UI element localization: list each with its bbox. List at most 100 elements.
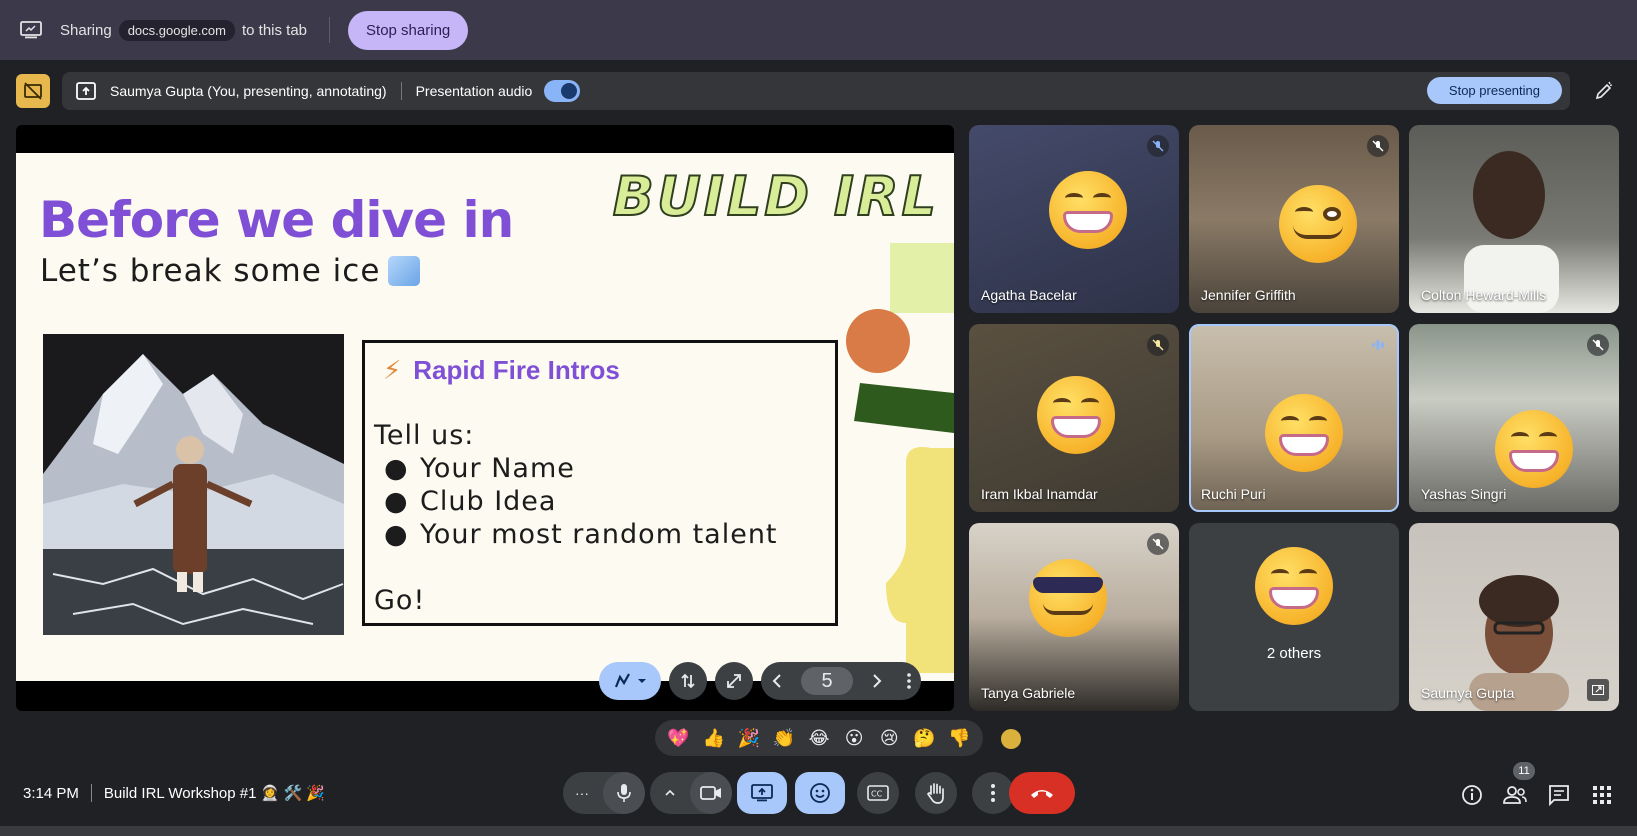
- grin-emoji-icon: [1265, 394, 1343, 472]
- mic-control: ···: [563, 772, 645, 814]
- people-icon[interactable]: [1503, 783, 1527, 807]
- self-tile[interactable]: Saumya Gupta: [1409, 523, 1619, 711]
- more-options-button[interactable]: [972, 772, 1014, 814]
- wink-emoji-icon: [1279, 185, 1357, 263]
- reaction-thinking[interactable]: 🤔: [907, 728, 942, 749]
- slide-number[interactable]: 5: [801, 667, 853, 695]
- reaction-heart[interactable]: 💖: [661, 728, 696, 749]
- rapid-fire-heading: ⚡ Rapid Fire Intros: [383, 355, 620, 386]
- list-item: ● Your Name: [374, 452, 778, 485]
- raise-hand-button[interactable]: [915, 772, 957, 814]
- shared-domain-chip: docs.google.com: [118, 19, 235, 41]
- participant-video: [1464, 151, 1559, 313]
- build-irl-logo: BUILD IRL: [612, 164, 939, 229]
- participant-tile[interactable]: Jennifer Griffith: [1189, 125, 1399, 313]
- rapid-fire-body: Tell us: ● Your Name ● Club Idea ● Your mos…: [374, 419, 778, 617]
- divider: [329, 17, 331, 43]
- participant-tile-speaking[interactable]: Ruchi Puri: [1189, 324, 1399, 512]
- stop-presenting-button[interactable]: Stop presenting: [1426, 77, 1562, 104]
- mic-icon[interactable]: [603, 772, 645, 814]
- emoji-button[interactable]: [795, 772, 845, 814]
- participant-tile[interactable]: Iram Ikbal Inamdar: [969, 324, 1179, 512]
- mic-off-icon: [1147, 334, 1169, 356]
- camera-off-icon[interactable]: [16, 74, 50, 108]
- reaction-sad[interactable]: 😢: [872, 728, 907, 749]
- reaction-surprised[interactable]: 😮: [837, 728, 872, 749]
- svg-text:CC: CC: [871, 790, 883, 799]
- stop-sharing-button[interactable]: Stop sharing: [348, 10, 469, 50]
- presenting-row: Saumya Gupta (You, presenting, annotatin…: [16, 72, 1621, 112]
- participant-tile[interactable]: Colton Heward-Mills: [1409, 125, 1619, 313]
- closing-line: Go!: [374, 585, 426, 616]
- divider: [90, 784, 92, 802]
- sharing-bar: Sharing docs.google.com to this tab Stop…: [0, 0, 1637, 60]
- screen-share-icon: [20, 21, 42, 39]
- slide-title: Before we dive in: [39, 191, 514, 249]
- others-tile[interactable]: 2 others: [1189, 523, 1399, 711]
- info-icon[interactable]: [1460, 783, 1484, 807]
- video-options-icon[interactable]: [664, 789, 676, 797]
- reaction-laugh[interactable]: 😂: [801, 728, 836, 749]
- fullscreen-icon[interactable]: [715, 662, 753, 700]
- os-dock-strip: [0, 826, 1637, 836]
- reaction-thumbs-down[interactable]: 👎: [942, 728, 977, 749]
- participant-name: Tanya Gabriele: [981, 685, 1076, 701]
- participant-name: Yashas Singri: [1421, 486, 1507, 502]
- annotation-tools-button[interactable]: [599, 662, 661, 700]
- list-item: ● Club Idea: [374, 485, 778, 518]
- meeting-info: 3:14 PM Build IRL Workshop #1 👩‍🚀 🛠️ 🎉: [23, 784, 325, 802]
- participant-name: Saumya Gupta: [1421, 685, 1515, 701]
- slide-more-icon[interactable]: [907, 673, 911, 689]
- decorative-shapes: [846, 243, 954, 673]
- reaction-thumbs-up[interactable]: 👍: [696, 728, 731, 749]
- participant-tile[interactable]: Yashas Singri: [1409, 324, 1619, 512]
- others-label: 2 others: [1266, 645, 1322, 662]
- end-call-button[interactable]: [1009, 772, 1075, 814]
- swap-view-icon[interactable]: [669, 662, 707, 700]
- next-slide-icon[interactable]: [871, 673, 883, 689]
- list-item-text: Your Name: [420, 453, 575, 484]
- rapid-fire-box: ⚡ Rapid Fire Intros Tell us: ● Your Name ●…: [362, 340, 838, 626]
- mic-off-icon: [1147, 135, 1169, 157]
- camera-icon[interactable]: [690, 772, 732, 814]
- bottom-bar: 3:14 PM Build IRL Workshop #1 👩‍🚀 🛠️ 🎉 ·…: [0, 762, 1637, 824]
- presentation-audio-toggle[interactable]: [544, 80, 581, 102]
- reaction-party[interactable]: 🎉: [731, 728, 766, 749]
- pin-icon[interactable]: [1587, 679, 1609, 701]
- presenter-label: Saumya Gupta (You, presenting, annotatin…: [110, 83, 387, 99]
- rapid-fire-title: Rapid Fire Intros: [413, 355, 620, 385]
- participant-tile[interactable]: Tanya Gabriele: [969, 523, 1179, 711]
- audio-options-icon[interactable]: ···: [575, 785, 589, 801]
- bullet-icon: ●: [384, 486, 409, 517]
- apps-grid-icon[interactable]: [1590, 783, 1614, 807]
- participant-name: Ruchi Puri: [1201, 486, 1266, 502]
- mic-off-icon: [1147, 533, 1169, 555]
- chat-icon[interactable]: [1547, 783, 1571, 807]
- present-screen-button[interactable]: [737, 772, 787, 814]
- list-item-text: Your most random talent: [420, 519, 778, 550]
- slide-controls: 5: [599, 661, 921, 701]
- slide-subtitle-text: Let’s break some ice: [40, 253, 381, 289]
- previous-slide-icon[interactable]: [771, 673, 783, 689]
- presentation-audio-label: Presentation audio: [415, 83, 533, 99]
- participant-name: Agatha Bacelar: [981, 287, 1077, 303]
- sharing-suffix: to this tab: [241, 21, 308, 39]
- captions-button[interactable]: CC: [857, 772, 899, 814]
- sunglasses-emoji-icon: [1029, 559, 1107, 637]
- grin-emoji-icon: [1037, 376, 1115, 454]
- grin-emoji-icon: [1495, 410, 1573, 488]
- intro-line: Tell us:: [374, 420, 475, 451]
- slide-subtitle: Let’s break some ice: [40, 253, 421, 289]
- ice-cube-icon: [388, 256, 421, 286]
- meeting-title[interactable]: Build IRL Workshop #1 👩‍🚀 🛠️ 🎉: [104, 784, 325, 802]
- skin-tone-picker[interactable]: [1001, 729, 1021, 749]
- participant-tile[interactable]: Agatha Bacelar: [969, 125, 1179, 313]
- presentation-view: Before we dive in Let’s break some ice B…: [16, 125, 954, 711]
- reaction-clap[interactable]: 👏: [766, 728, 801, 749]
- ice-mountain-photo: [43, 334, 344, 635]
- presenting-bar: Saumya Gupta (You, presenting, annotatin…: [62, 72, 1570, 110]
- meeting-time: 3:14 PM: [23, 784, 79, 802]
- annotate-pen-icon[interactable]: [1587, 74, 1621, 108]
- reactions-bar: 💖 👍 🎉 👏 😂 😮 😢 🤔 👎: [655, 720, 983, 756]
- participant-name: Jennifer Griffith: [1201, 287, 1296, 303]
